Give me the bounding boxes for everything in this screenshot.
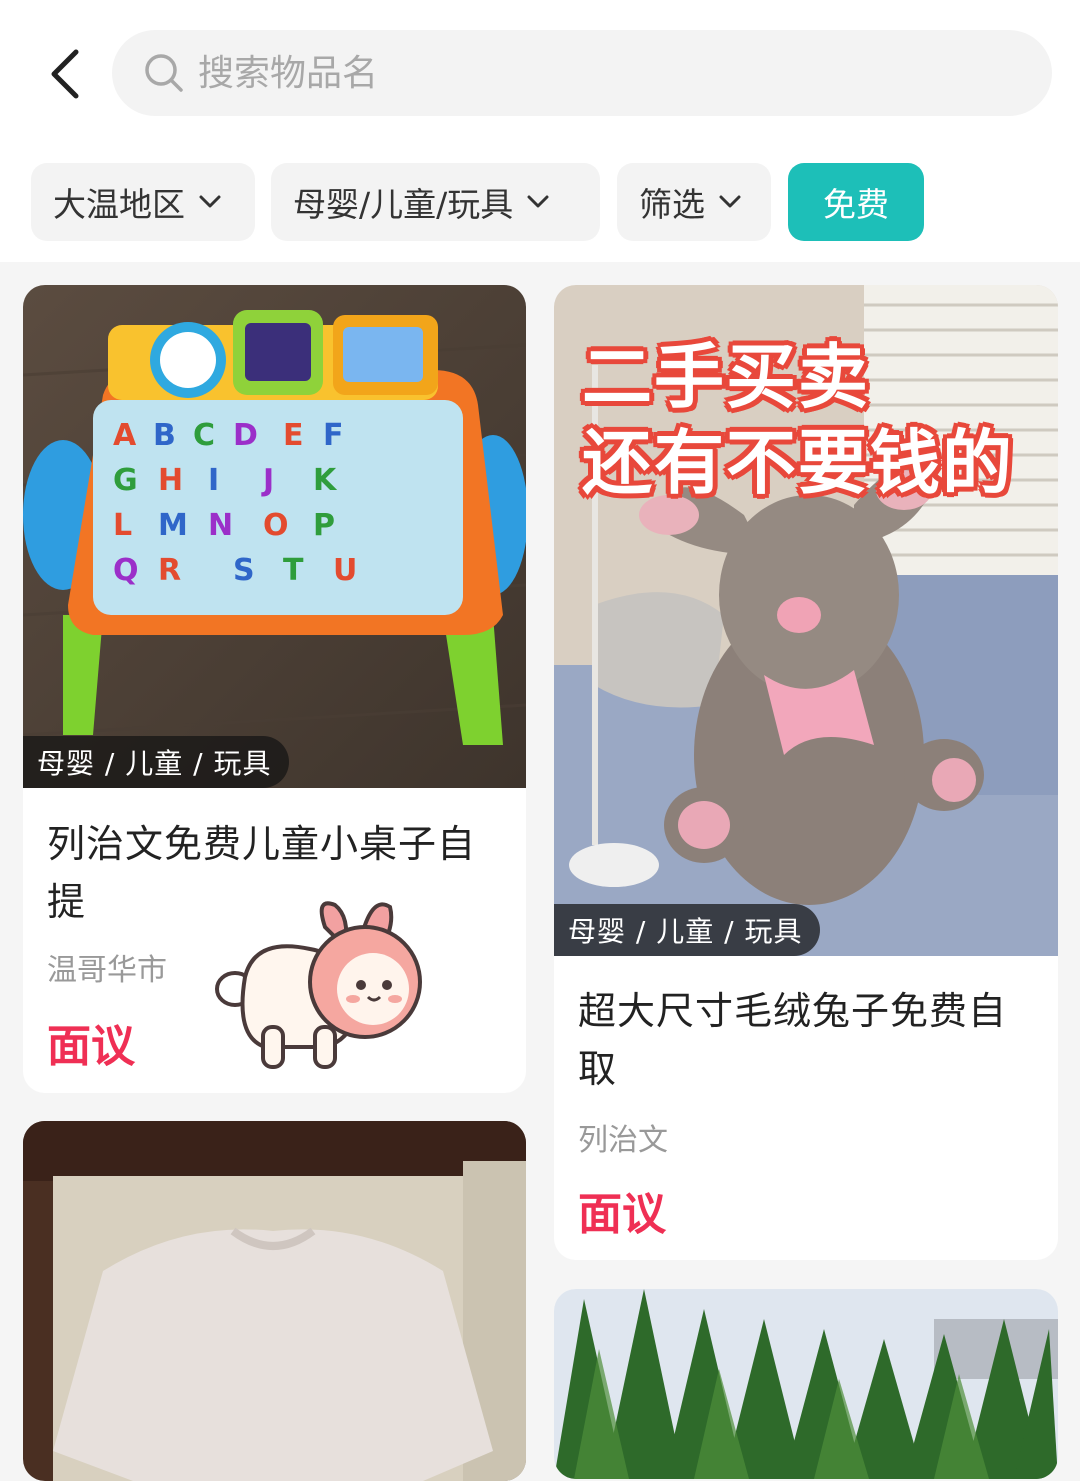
free-filter-button[interactable]: 免费 bbox=[788, 163, 924, 241]
svg-text:D: D bbox=[233, 418, 258, 453]
listing-image-trees bbox=[554, 1289, 1058, 1479]
listing-card-trees[interactable] bbox=[554, 1289, 1058, 1479]
listing-location: 温哥华市 bbox=[47, 953, 167, 988]
svg-text:K: K bbox=[313, 463, 338, 498]
listing-title: 超大尺寸毛绒兔子免费自取 bbox=[578, 989, 1008, 1091]
svg-text:E: E bbox=[283, 418, 304, 453]
svg-text:P: P bbox=[313, 508, 335, 543]
category-tag: 母婴 / 儿童 / 玩具 bbox=[554, 904, 821, 956]
svg-text:N: N bbox=[208, 508, 233, 543]
free-filter-label: 免费 bbox=[823, 185, 889, 224]
listing-card-desk[interactable]: AB CD EF GH I J K LM NO P QR ST U 母婴 / 儿童… bbox=[23, 285, 526, 1093]
search-input[interactable] bbox=[196, 51, 980, 95]
svg-text:A: A bbox=[113, 418, 137, 453]
bunny-sticker-icon bbox=[215, 901, 422, 1069]
listing-price: 面议 bbox=[47, 1021, 135, 1072]
chevron-down-icon bbox=[199, 191, 221, 213]
svg-text:F: F bbox=[323, 418, 344, 453]
svg-text:L: L bbox=[113, 508, 132, 543]
listing-location: 列治文 bbox=[578, 1123, 668, 1158]
svg-text:J: J bbox=[261, 463, 274, 498]
back-button[interactable] bbox=[36, 44, 96, 104]
svg-text:C: C bbox=[193, 418, 215, 453]
svg-text:T: T bbox=[283, 553, 304, 588]
svg-text:B: B bbox=[153, 418, 176, 453]
listing-image-sweater bbox=[23, 1121, 526, 1481]
promo-headline-2: 还有不要钱的 bbox=[582, 422, 1014, 504]
svg-text:G: G bbox=[113, 463, 138, 498]
listing-image-desk: AB CD EF GH I J K LM NO P QR ST U bbox=[23, 285, 526, 788]
listing-card-bunny[interactable]: 二手买卖 还有不要钱的 母婴 / 儿童 / 玩具 超大尺寸毛绒兔子免费自取 列治… bbox=[554, 285, 1058, 1260]
more-filter[interactable]: 筛选 bbox=[617, 163, 771, 241]
category-filter-label: 母婴/儿童/玩具 bbox=[293, 185, 514, 224]
chevron-down-icon bbox=[527, 191, 549, 213]
svg-text:I: I bbox=[208, 463, 219, 498]
svg-text:U: U bbox=[333, 553, 357, 588]
svg-text:Q: Q bbox=[113, 553, 139, 588]
listing-card-sweater[interactable] bbox=[23, 1121, 526, 1481]
svg-text:R: R bbox=[158, 553, 181, 588]
chevron-down-icon bbox=[719, 191, 741, 213]
more-filter-label: 筛选 bbox=[639, 185, 705, 224]
search-icon bbox=[144, 53, 184, 93]
svg-text:M: M bbox=[158, 508, 188, 543]
region-filter[interactable]: 大温地区 bbox=[31, 163, 255, 241]
svg-text:S: S bbox=[233, 553, 255, 588]
region-filter-label: 大温地区 bbox=[53, 185, 185, 224]
category-tag: 母婴 / 儿童 / 玩具 bbox=[23, 736, 290, 788]
listing-price: 面议 bbox=[578, 1189, 666, 1240]
svg-text:O: O bbox=[263, 508, 289, 543]
category-filter[interactable]: 母婴/儿童/玩具 bbox=[271, 163, 600, 241]
chevron-left-icon bbox=[51, 49, 79, 99]
search-bar[interactable] bbox=[112, 30, 1052, 116]
svg-text:H: H bbox=[158, 463, 183, 498]
